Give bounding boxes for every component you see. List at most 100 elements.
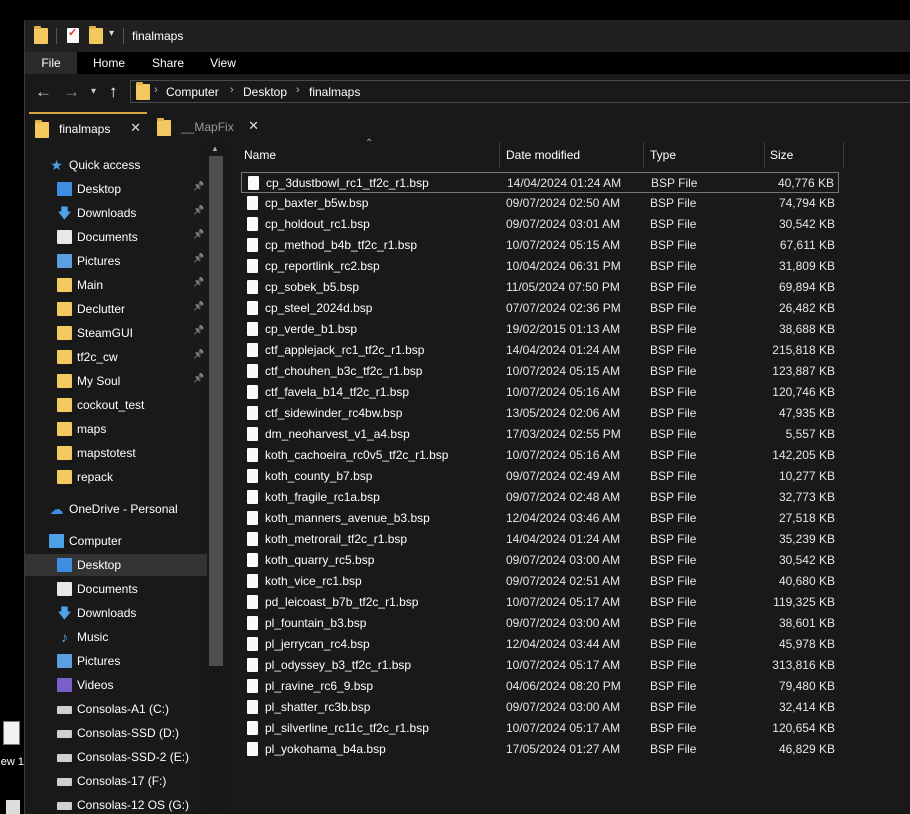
breadcrumb-desktop[interactable]: Desktop xyxy=(243,85,287,99)
column-header-type[interactable]: Type xyxy=(650,148,676,162)
file-row[interactable]: pl_odyssey_b3_tf2c_r1.bsp 10/07/2024 05:1… xyxy=(241,655,839,676)
sidebar-item-tf2c-cw[interactable]: tf2c_cw 📌 xyxy=(25,346,207,368)
close-icon[interactable]: ✕ xyxy=(248,118,259,134)
file-row[interactable]: cp_steel_2024d.bsp 07/07/2024 02:36 PM BSP… xyxy=(241,298,839,319)
up-arrow-icon[interactable]: ↑ xyxy=(109,82,118,102)
file-row[interactable]: ctf_favela_b14_tf2c_r1.bsp 10/07/2024 05:… xyxy=(241,382,839,403)
bsp-file-icon xyxy=(247,301,258,315)
sidebar-item-declutter[interactable]: Declutter 📌 xyxy=(25,298,207,320)
address-bar[interactable]: › Computer › Desktop › finalmaps xyxy=(130,80,910,103)
file-row[interactable]: koth_quarry_rc5.bsp 09/07/2024 03:00 AM BS… xyxy=(241,550,839,571)
ribbon-tab-view[interactable]: View xyxy=(201,52,245,74)
chevron-right-icon[interactable]: › xyxy=(296,84,300,96)
column-divider[interactable] xyxy=(843,142,844,168)
file-row[interactable]: pd_leicoast_b7b_tf2c_r1.bsp 10/07/2024 05… xyxy=(241,592,839,613)
file-row[interactable]: dm_neoharvest_v1_a4.bsp 17/03/2024 02:55 … xyxy=(241,424,839,445)
file-row[interactable]: cp_holdout_rc1.bsp 09/07/2024 03:01 AM BSP… xyxy=(241,214,839,235)
file-row[interactable]: pl_jerrycan_rc4.bsp 12/04/2024 03:44 AM BS… xyxy=(241,634,839,655)
bsp-file-icon xyxy=(247,427,258,441)
column-divider[interactable] xyxy=(499,142,500,168)
sidebar-item-downloads[interactable]: 🡇 Downloads xyxy=(25,602,207,624)
sidebar-item-pictures[interactable]: Pictures xyxy=(25,650,207,672)
column-header-date[interactable]: Date modified xyxy=(506,148,580,162)
back-arrow-icon[interactable]: ← xyxy=(35,82,52,102)
sidebar-item-consolas-ssd-d[interactable]: Consolas-SSD (D:) xyxy=(25,722,207,744)
file-row[interactable]: koth_fragile_rc1a.bsp 09/07/2024 02:48 AM… xyxy=(241,487,839,508)
file-row[interactable]: cp_sobek_b5.bsp 11/05/2024 07:50 PM BSP Fi… xyxy=(241,277,839,298)
file-row[interactable]: ctf_chouhen_b3c_tf2c_r1.bsp 10/07/2024 05… xyxy=(241,361,839,382)
tab-mapfix[interactable]: __MapFix ✕ xyxy=(151,112,265,142)
file-row[interactable]: cp_method_b4b_tf2c_r1.bsp 10/07/2024 05:1… xyxy=(241,235,839,256)
file-size: 10,277 KB xyxy=(778,469,835,483)
desktop-file-icon[interactable] xyxy=(3,721,20,745)
sidebar-item-pictures[interactable]: Pictures 📌 xyxy=(25,250,207,272)
sidebar-item-repack[interactable]: repack xyxy=(25,466,207,488)
tab-finalmaps[interactable]: finalmaps ✕ xyxy=(29,112,147,142)
close-icon[interactable]: ✕ xyxy=(130,120,141,136)
file-row[interactable]: ctf_applejack_rc1_tf2c_r1.bsp 14/04/2024 … xyxy=(241,340,839,361)
sidebar-item-videos[interactable]: Videos xyxy=(25,674,207,696)
ribbon-tab-share[interactable]: Share xyxy=(143,52,193,74)
column-header-size[interactable]: Size xyxy=(770,148,793,162)
column-headers: ⌃ Name Date modified Type Size xyxy=(225,138,910,168)
file-row[interactable]: pl_silverline_rc11c_tf2c_r1.bsp 10/07/202… xyxy=(241,718,839,739)
sidebar-item-main[interactable]: Main 📌 xyxy=(25,274,207,296)
file-name: pl_jerrycan_rc4.bsp xyxy=(265,637,370,651)
properties-icon[interactable] xyxy=(67,26,79,43)
sidebar-item-music[interactable]: ♪ Music xyxy=(25,626,207,648)
column-divider[interactable] xyxy=(764,142,765,168)
customize-toolbar-icon[interactable]: ▾ xyxy=(109,28,114,39)
recent-locations-chevron-icon[interactable]: ▾ xyxy=(91,86,96,97)
file-row[interactable]: koth_cachoeira_rc0v5_tf2c_r1.bsp 10/07/20… xyxy=(241,445,839,466)
ribbon-tab-home[interactable]: Home xyxy=(83,52,135,74)
sidebar-item-label: Computer xyxy=(69,534,122,548)
sidebar-item-consolas-a1-c[interactable]: Consolas-A1 (C:) xyxy=(25,698,207,720)
file-row[interactable]: koth_metrorail_tf2c_r1.bsp 14/04/2024 01:… xyxy=(241,529,839,550)
file-row[interactable]: cp_3dustbowl_rc1_tf2c_r1.bsp 14/04/2024 0… xyxy=(241,172,839,193)
breadcrumb-computer[interactable]: Computer xyxy=(166,85,219,99)
sidebar-item-documents[interactable]: Documents 📌 xyxy=(25,226,207,248)
folder-icon xyxy=(57,398,72,412)
new-folder-icon[interactable] xyxy=(89,26,103,44)
bsp-file-icon xyxy=(247,364,258,378)
file-row[interactable]: koth_vice_rc1.bsp 09/07/2024 02:51 AM BSP … xyxy=(241,571,839,592)
desktop-file-label[interactable]: ew 1 xyxy=(0,756,24,768)
sidebar-item-label: SteamGUI xyxy=(77,326,134,340)
chevron-right-icon[interactable]: › xyxy=(154,84,158,96)
file-row[interactable]: pl_ravine_rc6_9.bsp 04/06/2024 08:20 PM BS… xyxy=(241,676,839,697)
file-row[interactable]: pl_yokohama_b4a.bsp 17/05/2024 01:27 AM BS… xyxy=(241,739,839,760)
file-row[interactable]: cp_verde_b1.bsp 19/02/2015 01:13 AM BSP Fi… xyxy=(241,319,839,340)
forward-arrow-icon[interactable]: → xyxy=(63,82,80,102)
column-header-name[interactable]: Name xyxy=(244,148,276,162)
sidebar-item-cockout-test[interactable]: cockout_test xyxy=(25,394,207,416)
file-row[interactable]: ctf_sidewinder_rc4bw.bsp 13/05/2024 02:06… xyxy=(241,403,839,424)
sidebar-item-desktop[interactable]: Desktop 📌 xyxy=(25,178,207,200)
file-row[interactable]: koth_manners_avenue_b3.bsp 12/04/2024 03:… xyxy=(241,508,839,529)
sidebar-item-downloads[interactable]: 🡇 Downloads 📌 xyxy=(25,202,207,224)
sidebar-item-my-soul[interactable]: My Soul 📌 xyxy=(25,370,207,392)
scroll-up-icon[interactable]: ▲ xyxy=(211,144,219,153)
desktop-shortcut-icon[interactable] xyxy=(6,800,20,814)
sidebar-item-mapstotest[interactable]: mapstotest xyxy=(25,442,207,464)
sidebar-item-desktop[interactable]: Desktop xyxy=(25,554,207,576)
sidebar-item-quick-access[interactable]: ★ Quick access xyxy=(25,154,207,176)
sidebar-scroll-thumb[interactable] xyxy=(209,156,223,666)
file-row[interactable]: cp_baxter_b5w.bsp 09/07/2024 02:50 AM BSP … xyxy=(241,193,839,214)
ribbon-tab-file[interactable]: File xyxy=(25,52,77,74)
sidebar-item-onedrive-personal[interactable]: ☁ OneDrive - Personal xyxy=(25,498,207,520)
file-row[interactable]: cp_reportlink_rc2.bsp 10/04/2024 06:31 PM… xyxy=(241,256,839,277)
sidebar-item-consolas-12-os-g[interactable]: Consolas-12 OS (G:) xyxy=(25,794,207,814)
chevron-right-icon[interactable]: › xyxy=(230,84,234,96)
sidebar-item-documents[interactable]: Documents xyxy=(25,578,207,600)
sidebar-item-consolas-ssd-2-e[interactable]: Consolas-SSD-2 (E:) xyxy=(25,746,207,768)
file-row[interactable]: pl_shatter_rc3b.bsp 09/07/2024 03:00 AM BS… xyxy=(241,697,839,718)
column-divider[interactable] xyxy=(643,142,644,168)
file-row[interactable]: pl_fountain_b3.bsp 09/07/2024 03:00 AM BSP… xyxy=(241,613,839,634)
file-row[interactable]: koth_county_b7.bsp 09/07/2024 02:49 AM BSP… xyxy=(241,466,839,487)
breadcrumb-finalmaps[interactable]: finalmaps xyxy=(309,85,360,99)
bsp-file-icon xyxy=(247,742,258,756)
sidebar-item-computer[interactable]: Computer xyxy=(25,530,207,552)
sidebar-item-steamgui[interactable]: SteamGUI 📌 xyxy=(25,322,207,344)
sidebar-item-consolas-17-f[interactable]: Consolas-17 (F:) xyxy=(25,770,207,792)
sidebar-item-maps[interactable]: maps xyxy=(25,418,207,440)
